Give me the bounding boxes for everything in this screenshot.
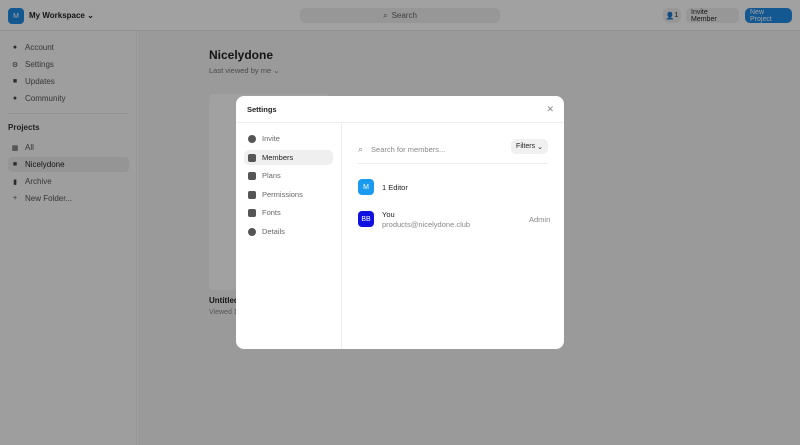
settings-modal: Settings ✕ Invite Members Plans Permissi… [236,96,564,349]
chevron-down-icon: ⌄ [537,143,543,151]
filters-label: Filters [516,143,536,150]
invite-icon [248,134,256,143]
tab-label: Fonts [262,208,281,217]
settings-nav: Invite Members Plans Permissions Fonts D… [236,123,342,349]
tab-label: Plans [262,171,281,180]
details-icon [248,227,256,236]
tab-label: Details [262,227,285,236]
search-icon: ⌕ [358,143,364,154]
lock-icon [248,190,256,199]
tab-label: Permissions [262,190,303,199]
editor-count: 1 Editor [382,183,408,192]
tab-label: Members [262,153,294,162]
modal-title: Settings [236,96,564,123]
avatar: M [358,179,374,195]
font-icon [248,208,256,217]
tab-details[interactable]: Details [244,224,333,239]
close-icon[interactable]: ✕ [546,104,554,115]
member-name: You [382,210,395,219]
tab-members[interactable]: Members [244,150,333,165]
member-email: products@nicelydone.club [382,220,471,229]
tab-permissions[interactable]: Permissions [244,187,333,202]
members-icon [248,153,256,162]
tab-invite[interactable]: Invite [244,131,333,146]
divider [358,163,548,164]
card-icon [248,171,256,180]
tab-fonts[interactable]: Fonts [244,205,333,220]
tab-plans[interactable]: Plans [244,168,333,183]
search-placeholder: Search for members... [371,144,446,154]
tab-label: Invite [262,134,280,143]
member-role[interactable]: Admin [529,215,550,224]
filters-button[interactable]: Filters ⌄ [511,139,548,154]
avatar: BB [358,211,374,227]
